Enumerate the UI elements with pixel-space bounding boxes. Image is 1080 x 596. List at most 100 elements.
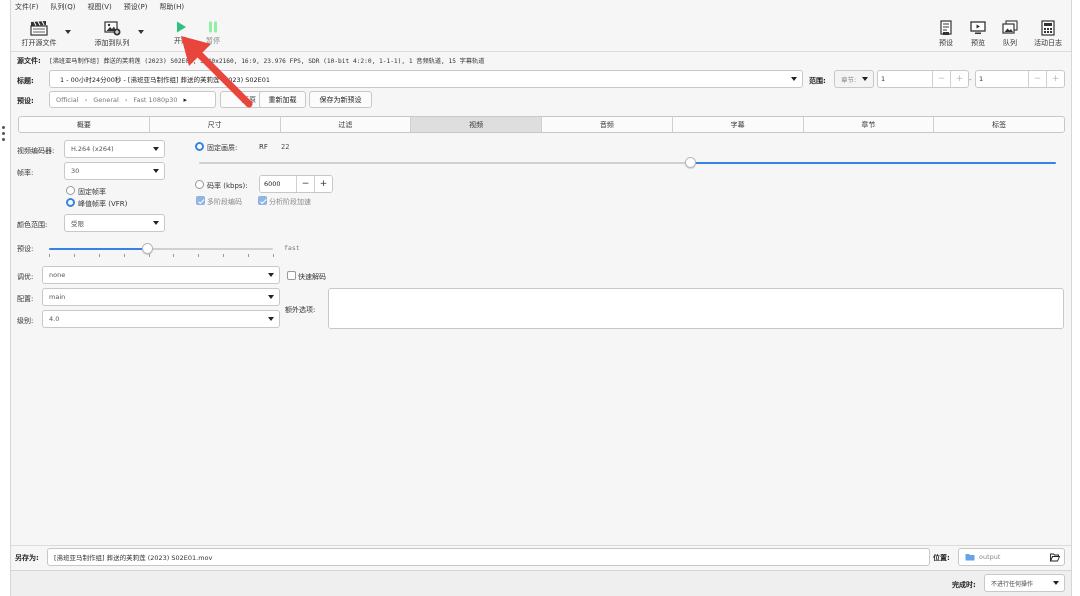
- reload-label: 重新加载: [268, 95, 297, 104]
- folder-icon: [965, 554, 975, 561]
- preview-label: 预览: [971, 39, 985, 47]
- open-source-button[interactable]: 打开源文件: [17, 20, 61, 48]
- chevron-down-icon: [791, 77, 797, 81]
- slider-tick: [173, 254, 175, 257]
- chevron-down-icon: [268, 317, 274, 321]
- constant-quality-radio[interactable]: [195, 142, 204, 151]
- chevron-down-icon: [1053, 581, 1059, 585]
- location-value: output: [979, 553, 1001, 561]
- preview-button[interactable]: 预览: [965, 20, 991, 48]
- bitrate-decrement-button[interactable]: −: [296, 176, 314, 192]
- menu-help[interactable]: 帮助(H): [159, 2, 184, 12]
- framerate-combo[interactable]: 30: [64, 162, 165, 180]
- bitrate-radio[interactable]: [195, 180, 204, 189]
- preset-label: 预设:: [17, 97, 34, 105]
- tab-chapters[interactable]: 章节: [804, 117, 935, 132]
- extra-options-textarea[interactable]: [328, 288, 1064, 329]
- open-source-dropdown-icon[interactable]: [65, 30, 71, 34]
- settings-tabs: 概要 尺寸 过滤 视频 音频 字幕 章节 标签: [18, 116, 1065, 133]
- activity-log-button[interactable]: 活动日志: [1029, 20, 1067, 48]
- extra-options-label: 额外选项:: [285, 306, 316, 314]
- encoder-preset-value: fast: [284, 244, 300, 252]
- pfr-radio[interactable]: [66, 198, 75, 207]
- title-label: 标题:: [17, 77, 34, 85]
- preset-path-0: Official: [56, 95, 79, 104]
- when-done-label: 完成时:: [952, 581, 976, 589]
- multipass-label: 多阶段编码: [207, 198, 242, 206]
- bitrate-increment-button[interactable]: +: [314, 176, 332, 192]
- queue-label: 队列: [1003, 39, 1017, 47]
- menu-file[interactable]: 文件(F): [15, 2, 39, 12]
- level-combo[interactable]: 4.0: [42, 310, 280, 328]
- tab-dimensions[interactable]: 尺寸: [150, 117, 281, 132]
- range-mode-combo[interactable]: 章节:: [834, 70, 874, 88]
- multipass-checkbox[interactable]: [196, 196, 205, 205]
- tune-combo[interactable]: none: [42, 266, 280, 284]
- chevron-right-icon: ›: [124, 95, 128, 104]
- turbo-checkbox[interactable]: [258, 196, 267, 205]
- rf-slider-handle[interactable]: [685, 157, 697, 168]
- tab-video[interactable]: 视频: [411, 117, 542, 132]
- reload-preset-button[interactable]: 重新加载: [259, 91, 306, 108]
- toolbar-divider: [11, 51, 1071, 52]
- add-queue-icon: [104, 21, 121, 36]
- source-info: [沸班亚马制作组] 葬送的芙莉莲 (2023) S02E01, 3840x216…: [49, 58, 485, 65]
- video-encoder-combo[interactable]: H.264 (x264): [64, 140, 165, 158]
- slider-tick: [273, 254, 274, 257]
- menu-presets[interactable]: 预设(P): [124, 2, 148, 12]
- encoder-preset-slider-handle[interactable]: [142, 243, 154, 254]
- tab-subtitles[interactable]: 字幕: [673, 117, 804, 132]
- title-combo[interactable]: 1 - 00小时24分00秒 - [沸班亚马制作组] 葬送的芙莉莲 (2023)…: [49, 70, 803, 88]
- slider-tick: [123, 254, 125, 257]
- tab-audio[interactable]: 音频: [542, 117, 673, 132]
- range-end-increment-button[interactable]: +: [1046, 71, 1064, 87]
- range-start-spin[interactable]: 1 − +: [877, 70, 969, 88]
- monitor-icon: [970, 21, 986, 34]
- add-to-queue-button[interactable]: 添加到队列: [89, 20, 135, 48]
- range-mode-value: 章节:: [841, 76, 857, 84]
- level-value: 4.0: [49, 315, 60, 323]
- profile-combo[interactable]: main: [42, 288, 280, 306]
- profile-label: 配置:: [17, 295, 34, 303]
- open-folder-icon[interactable]: [1050, 553, 1060, 562]
- save-as-input[interactable]: [沸班亚马制作组] 葬送的芙莉莲 (2023) S02E01.mov: [47, 548, 930, 566]
- menu-queue[interactable]: 队列(Q): [51, 2, 76, 12]
- menu-view[interactable]: 视图(V): [87, 2, 111, 12]
- bitrate-value: 6000: [264, 180, 281, 188]
- range-end-decrement-button[interactable]: −: [1028, 71, 1046, 87]
- chevron-down-icon: [862, 77, 868, 81]
- video-encoder-value: H.264 (x264): [71, 145, 114, 153]
- range-end-spin[interactable]: 1 − +: [975, 70, 1065, 88]
- presets-icon: [940, 20, 952, 35]
- add-queue-dropdown-icon[interactable]: [138, 30, 144, 34]
- chevron-down-icon: [268, 295, 274, 299]
- when-done-combo[interactable]: 不进行任何操作: [984, 574, 1065, 592]
- handle-dot: [2, 126, 5, 129]
- tab-tags[interactable]: 标签: [934, 117, 1064, 132]
- preset-path-2: Fast 1080p30: [133, 95, 178, 104]
- slider-tick: [73, 254, 75, 257]
- video-encoder-label: 视频编码器:: [17, 147, 55, 155]
- range-start-decrement-button[interactable]: −: [932, 71, 950, 87]
- presets-button[interactable]: 预设: [933, 20, 959, 48]
- fast-decode-checkbox[interactable]: [287, 271, 296, 280]
- bitrate-label: 码率 (kbps):: [207, 182, 248, 190]
- save-divider: [11, 545, 1071, 546]
- side-panel-handle[interactable]: [2, 126, 5, 141]
- cfr-radio[interactable]: [66, 186, 75, 195]
- range-start-increment-button[interactable]: +: [950, 71, 968, 87]
- bitrate-spin[interactable]: 6000 − +: [259, 175, 333, 193]
- slider-tick: [49, 254, 50, 257]
- handle-dot: [2, 138, 5, 141]
- save-new-preset-button[interactable]: 保存为新预设: [309, 91, 372, 108]
- tab-summary[interactable]: 概要: [19, 117, 150, 132]
- location-picker[interactable]: output: [958, 548, 1065, 566]
- tab-filters[interactable]: 过滤: [281, 117, 412, 132]
- level-label: 级别:: [17, 317, 34, 325]
- queue-button[interactable]: 队列: [997, 20, 1023, 48]
- color-range-combo[interactable]: 受限: [64, 214, 165, 232]
- constant-quality-label: 固定画质:: [207, 144, 238, 152]
- activity-log-label: 活动日志: [1034, 39, 1062, 47]
- profile-value: main: [49, 293, 66, 301]
- menu-bar: 文件(F) 队列(Q) 视图(V) 预设(P) 帮助(H): [11, 0, 1071, 13]
